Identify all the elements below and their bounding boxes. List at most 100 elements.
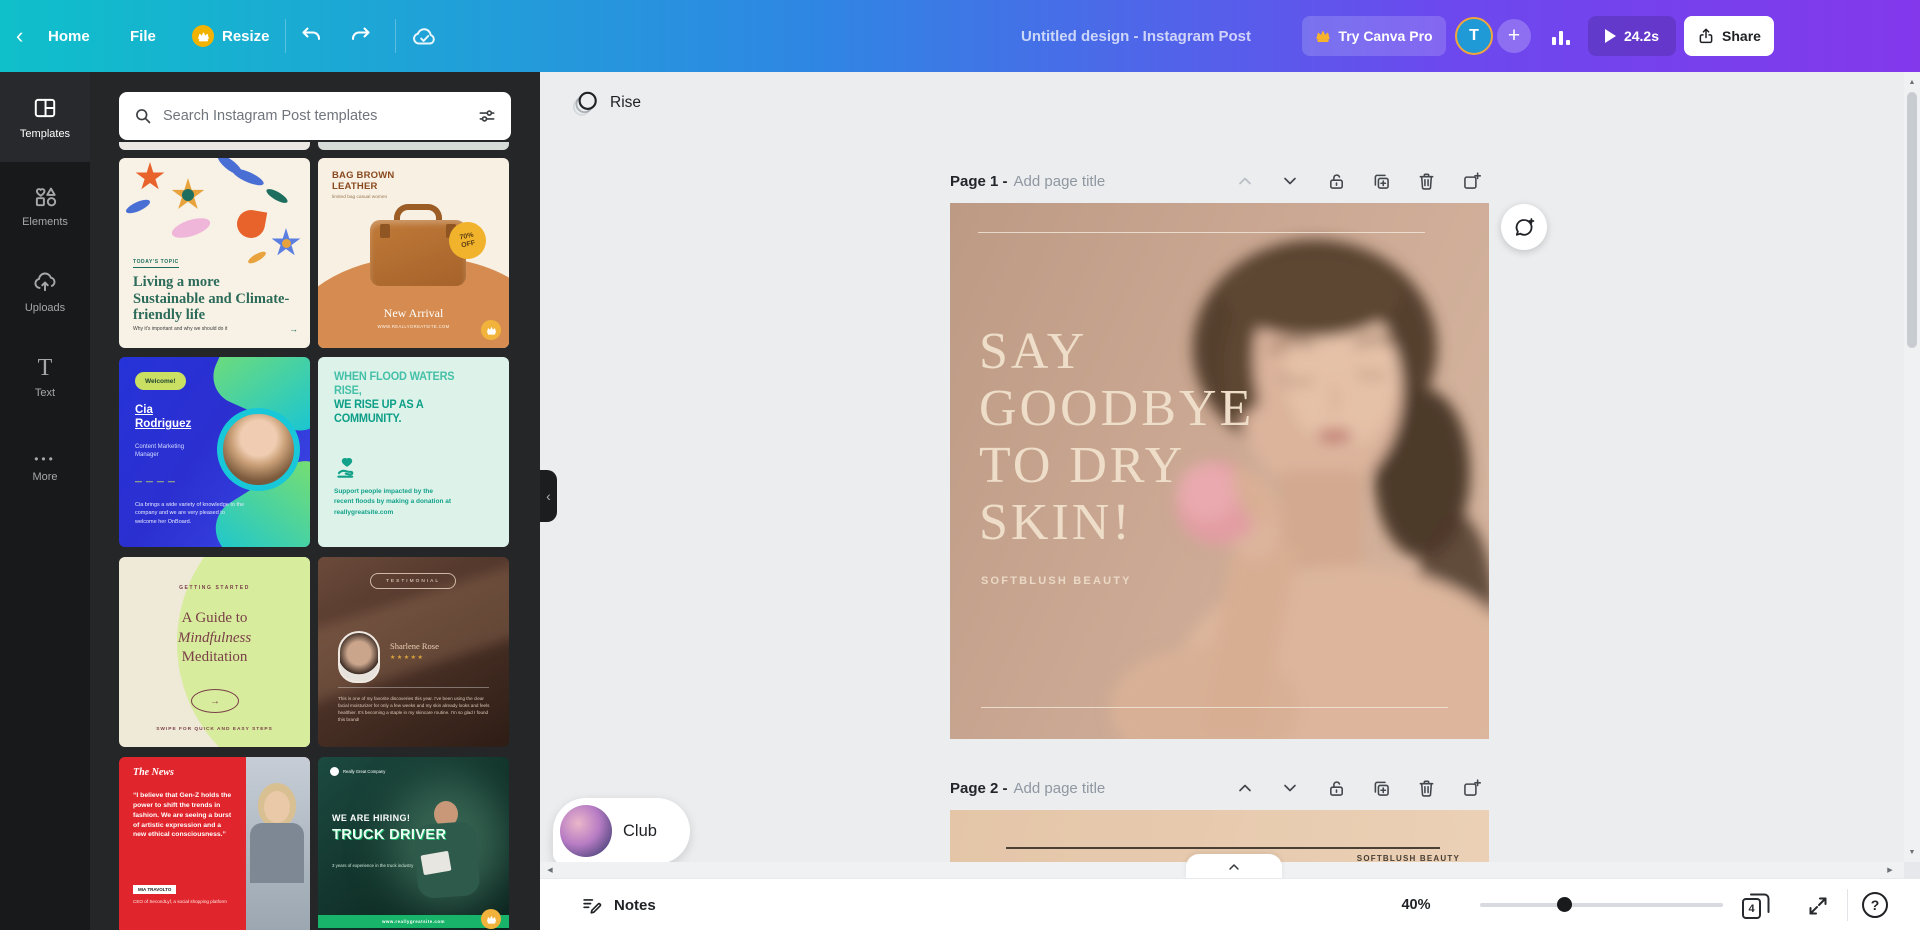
page2-delete-button[interactable] [1411,774,1441,802]
page2-title-placeholder[interactable]: Add page title [1014,780,1106,797]
fullscreen-button[interactable] [1806,894,1830,918]
page1-move-down-button[interactable] [1275,167,1305,195]
notes-icon [583,899,602,914]
chevron-up-icon [1239,177,1251,185]
insights-button[interactable] [1542,18,1580,54]
page2-label[interactable]: Page 2 - [950,780,1008,797]
template-thumbnail-testimonial[interactable]: TESTIMONIAL Sharlene Rose ★★★★★ This is … [318,557,509,747]
redo-button[interactable] [348,0,372,72]
star-rating: ★★★★★ [390,655,425,661]
notes-label: Notes [614,896,656,914]
design-page-1[interactable]: SAY GOODBYE TO DRY SKIN! SOFTBLUSH BEAUT… [950,203,1489,739]
template-thumbnail-sustainable[interactable]: TODAY'S TOPIC Living a more Sustainable … [119,158,310,348]
avatar [338,631,380,683]
page2-move-up-button[interactable] [1230,774,1260,802]
page1-duplicate-button[interactable] [1366,167,1396,195]
template-thumbnail-truck[interactable]: Really Great Company WE ARE HIRING! TRUC… [318,757,509,930]
animation-label: Rise [610,94,642,111]
filter-icon[interactable] [477,106,497,126]
save-status-button[interactable] [410,0,438,72]
help-button[interactable]: ? [1862,892,1888,918]
hide-bottom-bar-button[interactable] [1186,854,1282,880]
template-thumbnail-partial[interactable] [318,142,509,150]
person-name: Sharlene Rose [390,641,439,651]
sidebar-item-label: Text [34,386,56,399]
page1-move-up-button[interactable] [1230,167,1260,195]
page1-delete-button[interactable] [1411,167,1441,195]
home-label: Home [48,27,90,45]
attribution: CEO of SecondLyf, a social shopping plat… [133,899,227,904]
zoom-percentage[interactable]: 40% [1386,879,1446,930]
share-button[interactable]: Share [1684,16,1774,56]
page1-lock-button[interactable] [1321,167,1351,195]
vertical-scroll-thumb[interactable] [1907,92,1917,348]
company-name: Really Great Company [343,768,386,774]
template-footer: SWIPE FOR QUICK AND EASY STEPS [156,727,273,732]
headline-line: SKIN! [979,494,1133,551]
badge-bottom: OFF [460,239,476,249]
add-comment-button[interactable] [1501,204,1547,250]
canvas-area: Rise Page 1 - Add page title SAY GOODBYE… [540,72,1920,930]
zoom-slider-track[interactable] [1480,903,1723,907]
present-duration-button[interactable]: 24.2s [1588,16,1676,56]
sidebar-item-elements[interactable]: Elements [0,162,90,248]
page2-duplicate-button[interactable] [1366,774,1396,802]
headline-line: SAY [979,323,1088,380]
chevron-up-icon [1239,784,1251,792]
template-subtitle: Why it's important and why we should do … [133,326,228,332]
panel-collapse-handle[interactable]: ‹ [540,470,557,522]
page-count-button[interactable]: 4 [1742,892,1772,919]
notes-button[interactable]: Notes [580,879,656,930]
sidebar-item-more[interactable]: ••• More [0,420,90,516]
club-bubble[interactable]: Club [553,798,690,864]
template-kicker: WE ARE HIRING! [332,813,411,823]
scroll-right-arrow[interactable]: ▶ [1882,862,1898,878]
template-thumbnail-mindfulness[interactable]: GETTING STARTED A Guide to Mindfulness M… [119,557,310,747]
template-thumbnail-welcome[interactable]: Welcome! Cia Rodriguez Content Marketing… [119,357,310,547]
home-button[interactable]: Home [48,0,90,72]
sidebar-item-uploads[interactable]: Uploads [0,248,90,334]
search-input[interactable]: Search Instagram Post templates [119,92,511,140]
page2-add-page-button[interactable] [1456,774,1486,802]
page1-title-placeholder[interactable]: Add page title [1014,173,1106,190]
name-tag: MIA TRAVOLTO [133,885,177,894]
club-label: Club [623,821,657,840]
undo-button[interactable] [300,0,324,72]
hand-heart-icon [337,458,354,478]
account-avatar[interactable]: T [1455,17,1493,55]
page1-header: Page 1 - Add page title [950,166,1105,196]
page2-move-down-button[interactable] [1275,774,1305,802]
help-label: ? [1870,897,1880,913]
zoom-slider-knob[interactable] [1557,897,1572,912]
design-title[interactable]: Untitled design - Instagram Post [986,0,1286,72]
template-thumbnail-bag[interactable]: BAG BROWN LEATHER limited bag casual wom… [318,158,509,348]
template-thumbnail-news[interactable]: The News “I believe that Gen-Z holds the… [119,757,310,930]
add-member-button[interactable]: + [1497,19,1531,53]
template-body: Cia brings a wide variety of knowledge t… [135,502,245,525]
animation-style-chip[interactable]: Rise [570,86,641,120]
file-menu-button[interactable]: File [130,0,156,72]
share-upload-icon [1699,28,1713,44]
scroll-down-arrow[interactable]: ▼ [1904,844,1920,860]
back-button[interactable]: ‹ [16,0,23,72]
headline-line: GOODBYE [979,380,1255,437]
template-thumbnail-flood[interactable]: WHEN FLOOD WATERS RISE, WE RISE UP AS A … [318,357,509,547]
file-label: File [130,27,156,45]
scroll-up-arrow[interactable]: ▲ [1904,74,1920,90]
scroll-left-arrow[interactable]: ◀ [542,862,558,878]
company-logo: Really Great Company [330,767,385,776]
vertical-scrollbar[interactable]: ▲ ▼ [1904,72,1920,862]
crown-icon [1316,31,1331,42]
divider-dashes: — — — — [135,479,176,486]
search-placeholder: Search Instagram Post templates [163,108,378,124]
try-canva-pro-button[interactable]: Try Canva Pro [1302,16,1446,56]
resize-button[interactable]: Resize [192,0,270,72]
duplicate-icon [1374,781,1389,796]
page1-add-page-button[interactable] [1456,167,1486,195]
pro-crown-badge [481,909,501,929]
page2-lock-button[interactable] [1321,774,1351,802]
template-thumbnail-partial[interactable] [119,142,310,150]
sidebar-item-templates[interactable]: Templates [0,72,90,162]
sidebar-item-text[interactable]: T Text [0,334,90,420]
page1-label[interactable]: Page 1 - [950,173,1008,190]
